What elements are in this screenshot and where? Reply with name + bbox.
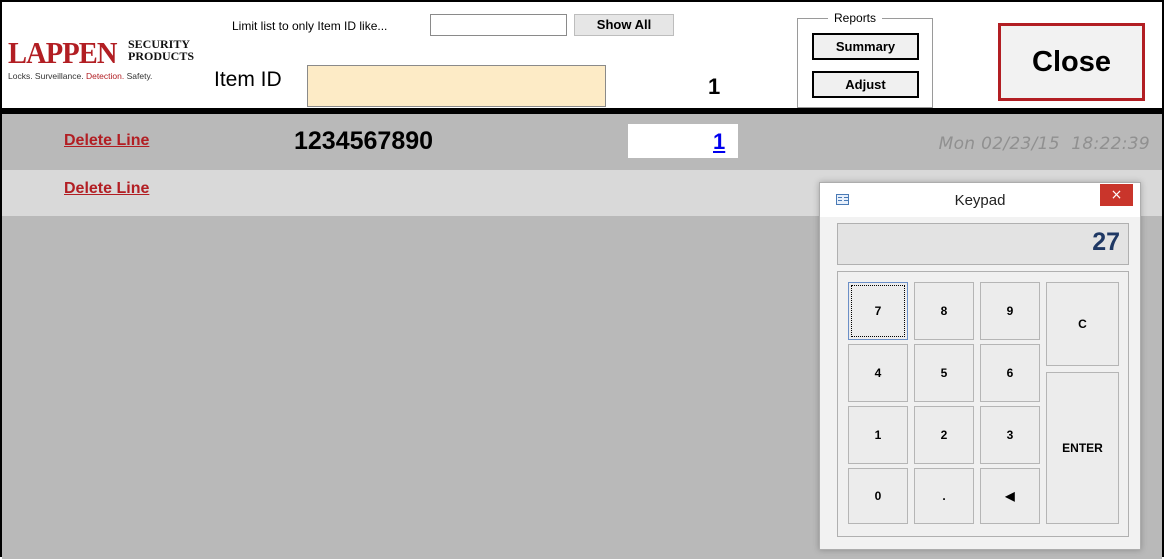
keypad-display: 27 (837, 223, 1129, 265)
keypad-keys: 7 8 9 C 4 5 6 1 2 3 ENTER 0 . ◀ (837, 271, 1129, 537)
reports-legend: Reports (828, 11, 883, 25)
key-4[interactable]: 4 (848, 344, 908, 402)
item-id-label: Item ID (214, 68, 282, 91)
summary-button[interactable]: Summary (812, 33, 919, 60)
item-id-input[interactable] (307, 65, 606, 107)
logo-tagline-c: Safety. (124, 71, 153, 81)
key-2[interactable]: 2 (914, 406, 974, 464)
key-9[interactable]: 9 (980, 282, 1040, 340)
logo-products: PRODUCTS (128, 49, 195, 63)
keypad-titlebar[interactable]: Keypad × (820, 183, 1140, 217)
quantity-link[interactable]: 1 (713, 129, 725, 155)
row-timestamp: Mon 02/23/15 18:22:39 (938, 134, 1150, 154)
clear-button[interactable]: C (1046, 282, 1119, 366)
item-code: 1234567890 (294, 127, 434, 155)
key-1[interactable]: 1 (848, 406, 908, 464)
key-7[interactable]: 7 (848, 282, 908, 340)
logo-tagline-a: Locks. Surveillance. (8, 71, 86, 81)
logo-brand-sub: SECURITY PRODUCTS (128, 38, 194, 62)
company-logo: LAPPEN SECURITY PRODUCTS Locks. Surveill… (8, 35, 198, 86)
key-6[interactable]: 6 (980, 344, 1040, 402)
adjust-button[interactable]: Adjust (812, 71, 919, 98)
list-row: Delete Line 1234567890 1 Mon 02/23/15 18… (2, 114, 1162, 170)
enter-button[interactable]: ENTER (1046, 372, 1119, 524)
logo-brand: LAPPEN (8, 35, 117, 70)
key-5[interactable]: 5 (914, 344, 974, 402)
logo-tagline-b: Detection. (85, 71, 125, 81)
keypad-dialog: Keypad × 27 7 8 9 C 4 5 6 1 2 3 ENTER 0 … (819, 182, 1141, 550)
keypad-display-value: 27 (1092, 228, 1120, 256)
close-icon[interactable]: × (1100, 184, 1133, 206)
header: LAPPEN SECURITY PRODUCTS Locks. Surveill… (2, 2, 1162, 108)
record-count: 1 (708, 74, 721, 99)
delete-line-link[interactable]: Delete Line (64, 180, 149, 198)
limit-filter-label: Limit list to only Item ID like... (232, 19, 388, 33)
delete-line-link[interactable]: Delete Line (64, 132, 149, 150)
backspace-icon[interactable]: ◀ (980, 468, 1040, 524)
key-8[interactable]: 8 (914, 282, 974, 340)
keypad-title: Keypad (954, 192, 1006, 209)
show-all-button[interactable]: Show All (574, 14, 674, 36)
logo-tagline: Locks. Surveillance. Detection. Safety. (8, 71, 152, 81)
key-decimal[interactable]: . (914, 468, 974, 524)
app-window: LAPPEN SECURITY PRODUCTS Locks. Surveill… (0, 0, 1164, 559)
key-3[interactable]: 3 (980, 406, 1040, 464)
close-button[interactable]: Close (998, 23, 1145, 101)
key-0[interactable]: 0 (848, 468, 908, 524)
limit-filter-input[interactable] (430, 14, 567, 36)
